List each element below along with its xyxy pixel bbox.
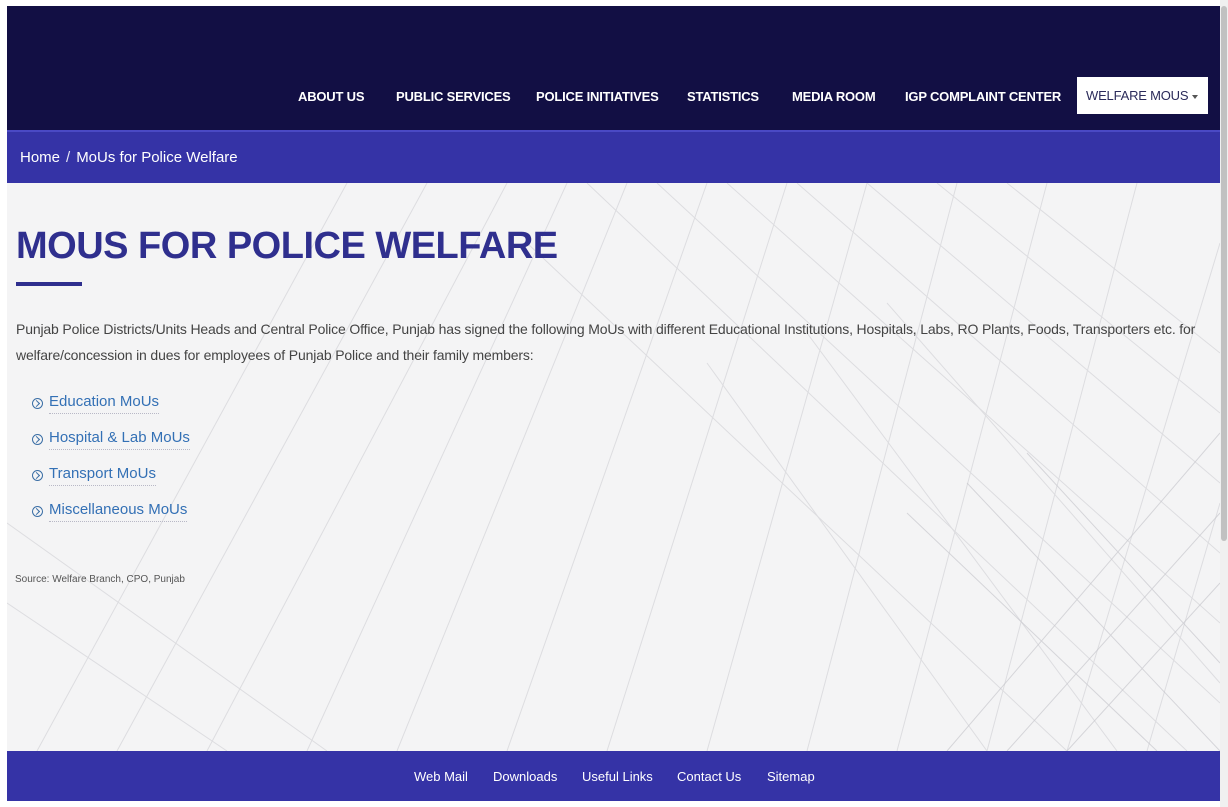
breadcrumb-bar: Home / MoUs for Police Welfare: [7, 130, 1220, 183]
footer-link-downloads[interactable]: Downloads: [493, 769, 557, 784]
nav-about-us[interactable]: ABOUT US: [298, 84, 364, 110]
miscellaneous-mous-link[interactable]: Miscellaneous MoUs: [49, 501, 188, 522]
nav-welfare-mous[interactable]: WELFARE MOUS: [1077, 77, 1209, 114]
site-header: ABOUT US PUBLIC SERVICES POLICE INITIATI…: [7, 6, 1220, 130]
footer-link-useful-links[interactable]: Useful Links: [582, 769, 653, 784]
list-item: Education MoUs: [32, 385, 190, 421]
breadcrumb-current: MoUs for Police Welfare: [76, 149, 238, 166]
circle-chevron-right-icon: [32, 397, 43, 409]
circle-chevron-right-icon: [32, 433, 43, 445]
main-content: MOUS FOR POLICE WELFARE Punjab Police Di…: [7, 183, 1220, 751]
vertical-scrollbar[interactable]: [1220, 0, 1228, 807]
circle-chevron-right-icon: [32, 505, 43, 517]
list-item: Transport MoUs: [32, 457, 190, 493]
scrollbar-thumb[interactable]: [1221, 6, 1227, 541]
list-item: Hospital & Lab MoUs: [32, 421, 190, 457]
nav-police-initiatives[interactable]: POLICE INITIATIVES: [536, 84, 659, 110]
breadcrumb: Home / MoUs for Police Welfare: [20, 149, 238, 166]
nav-statistics[interactable]: STATISTICS: [687, 84, 759, 110]
page-title: MOUS FOR POLICE WELFARE: [16, 225, 558, 267]
intro-paragraph: Punjab Police Districts/Units Heads and …: [16, 321, 1196, 363]
nav-igp-complaint-center[interactable]: IGP COMPLAINT CENTER: [905, 84, 1061, 110]
nav-media-room[interactable]: MEDIA ROOM: [792, 84, 876, 110]
breadcrumb-separator: /: [66, 149, 71, 166]
source-note: Source: Welfare Branch, CPO, Punjab: [15, 574, 185, 585]
footer-link-contact-us[interactable]: Contact Us: [677, 769, 741, 784]
footer-links: Web Mail Downloads Useful Links Contact …: [7, 751, 1220, 801]
footer-link-sitemap[interactable]: Sitemap: [767, 769, 815, 784]
transport-mous-link[interactable]: Transport MoUs: [49, 465, 156, 486]
title-underline: [16, 282, 82, 286]
site-footer: Web Mail Downloads Useful Links Contact …: [7, 751, 1220, 801]
list-item: Miscellaneous MoUs: [32, 493, 190, 529]
education-mous-link[interactable]: Education MoUs: [49, 393, 160, 414]
breadcrumb-home-link[interactable]: Home: [20, 149, 60, 166]
circle-chevron-right-icon: [32, 469, 43, 481]
footer-link-web-mail[interactable]: Web Mail: [414, 769, 468, 784]
nav-public-services[interactable]: PUBLIC SERVICES: [396, 84, 511, 110]
nav-welfare-mous-label: WELFARE MOUS: [1086, 88, 1189, 103]
page: ABOUT US PUBLIC SERVICES POLICE INITIATI…: [0, 0, 1228, 807]
mou-link-list: Education MoUs Hospital & Lab MoUs Trans…: [32, 385, 190, 529]
caret-down-icon: [1192, 94, 1199, 99]
hospital-lab-mous-link[interactable]: Hospital & Lab MoUs: [49, 429, 190, 450]
main-nav: ABOUT US PUBLIC SERVICES POLICE INITIATI…: [7, 6, 1220, 130]
